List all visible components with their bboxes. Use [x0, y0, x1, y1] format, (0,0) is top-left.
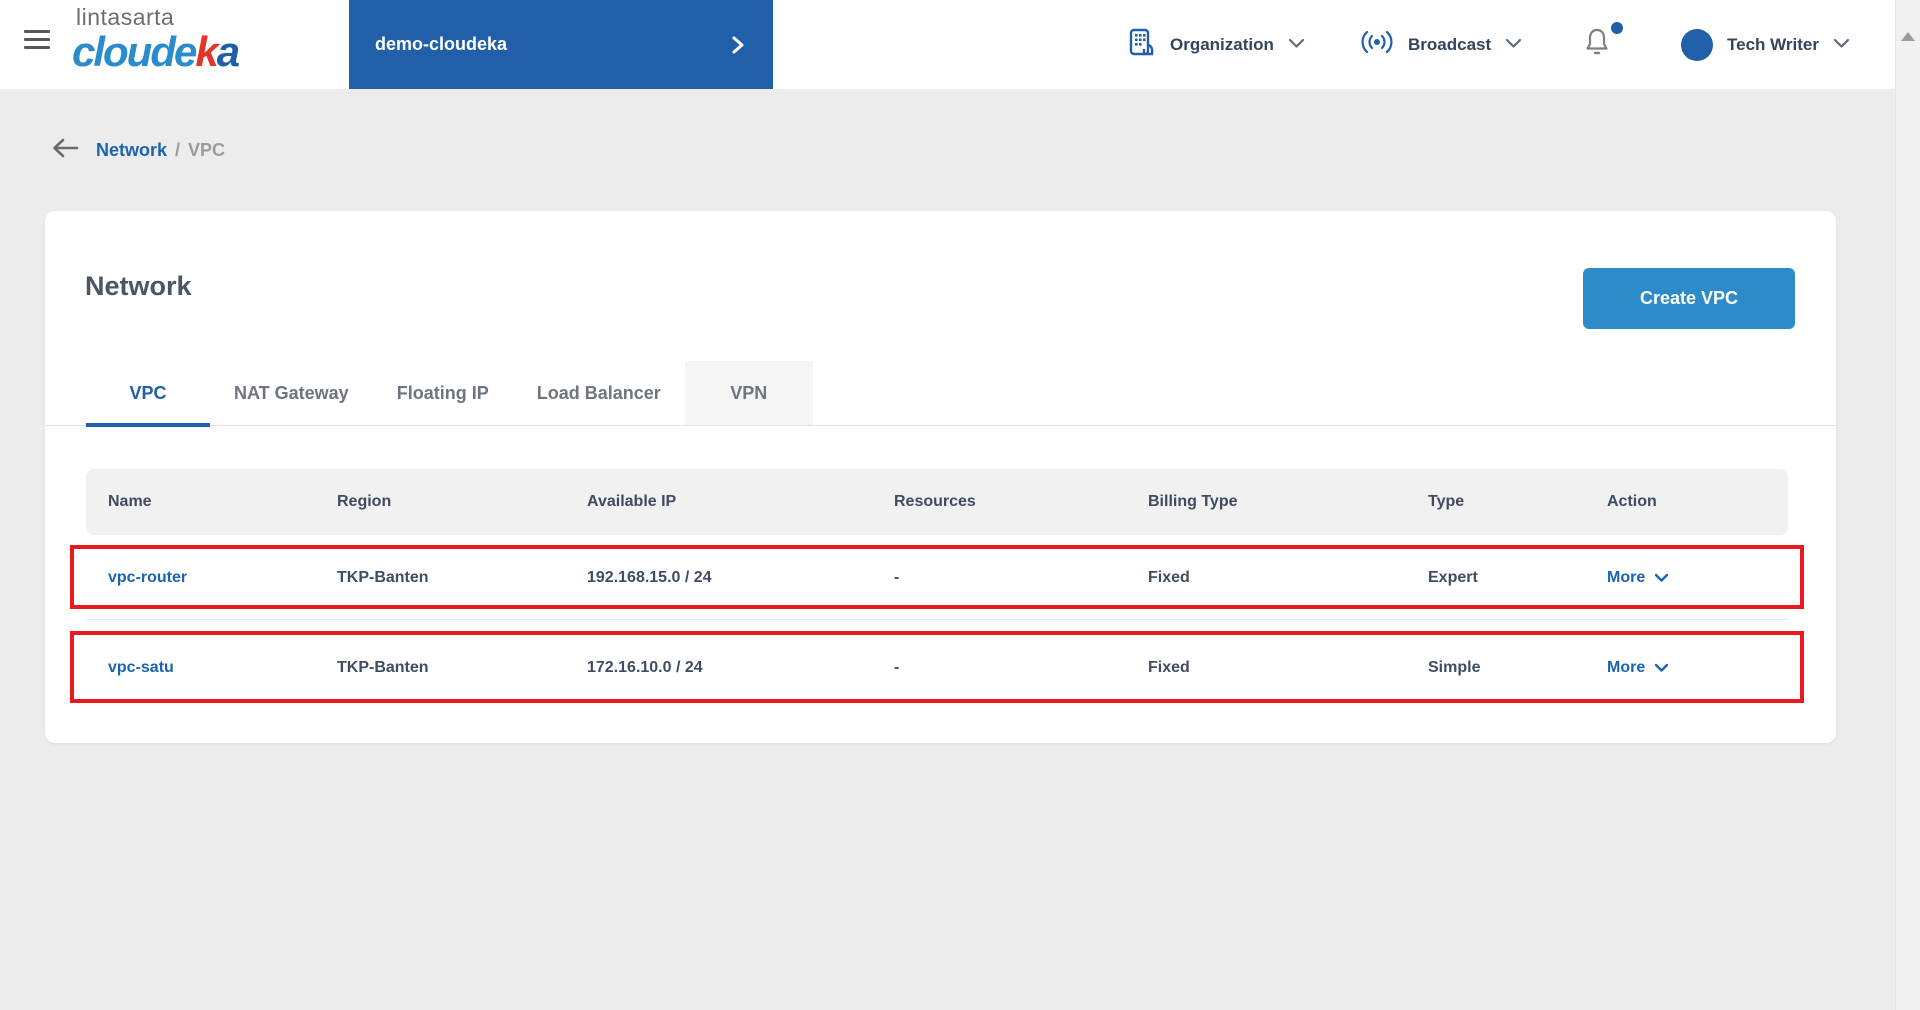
col-resources: Resources	[894, 493, 976, 510]
region-cell: TKP-Banten	[337, 568, 429, 586]
broadcast-menu[interactable]: Broadcast	[1360, 0, 1522, 89]
row-divider	[86, 619, 1788, 620]
region-cell: TKP-Banten	[337, 658, 429, 676]
breadcrumb-separator: /	[175, 140, 181, 160]
back-arrow-icon[interactable]	[50, 137, 80, 164]
col-billing-type: Billing Type	[1148, 493, 1238, 510]
organization-label: Organization	[1170, 34, 1274, 54]
billing-type-cell: Fixed	[1148, 658, 1190, 676]
col-type: Type	[1428, 493, 1465, 510]
hamburger-menu-icon[interactable]	[24, 30, 50, 52]
scroll-up-arrow-icon[interactable]	[1901, 32, 1915, 41]
breadcrumb: Network / VPC	[50, 137, 225, 164]
vpc-name-link[interactable]: vpc-router	[108, 569, 337, 587]
vertical-scrollbar[interactable]	[1895, 0, 1920, 1010]
network-tabs: VPC NAT Gateway Floating IP Load Balance…	[45, 361, 1836, 427]
tab-vpc[interactable]: VPC	[86, 361, 210, 427]
notification-dot	[1611, 22, 1623, 34]
chevron-right-icon	[731, 35, 745, 55]
chevron-down-icon	[1655, 663, 1669, 672]
create-vpc-button[interactable]: Create VPC	[1583, 268, 1795, 329]
col-region: Region	[337, 493, 392, 510]
table-header: Name Region Available IP Resources Billi…	[86, 469, 1788, 535]
col-available-ip: Available IP	[587, 493, 677, 510]
app-screen: lintasarta cloudeka demo-cloudeka Organi…	[0, 0, 1920, 1010]
chevron-down-icon	[1505, 36, 1522, 54]
table-row: vpc-satu TKP-Banten 172.16.10.0 / 24 - F…	[86, 632, 1788, 703]
tab-load-balancer[interactable]: Load Balancer	[513, 361, 685, 425]
breadcrumb-current: VPC	[188, 140, 226, 160]
col-name: Name	[108, 493, 152, 510]
logo-cloudeka-text: cloudeka	[72, 28, 240, 75]
table-row: vpc-router TKP-Banten 192.168.15.0 / 24 …	[86, 546, 1788, 609]
top-bar: lintasarta cloudeka demo-cloudeka Organi…	[0, 0, 1920, 89]
type-cell: Simple	[1428, 658, 1481, 676]
project-banner[interactable]: demo-cloudeka	[349, 0, 773, 89]
cloudeka-logo: lintasarta cloudeka	[72, 4, 240, 75]
broadcast-label: Broadcast	[1408, 34, 1492, 54]
network-card: Network Create VPC VPC NAT Gateway Float…	[45, 211, 1836, 743]
col-action: Action	[1607, 493, 1657, 510]
available-ip-cell: 192.168.15.0 / 24	[587, 568, 712, 586]
billing-type-cell: Fixed	[1148, 568, 1190, 586]
bell-icon	[1583, 26, 1611, 63]
more-label: More	[1607, 658, 1646, 676]
organization-building-icon	[1128, 27, 1156, 62]
broadcast-icon	[1360, 29, 1394, 60]
chevron-down-icon	[1655, 573, 1669, 582]
more-dropdown[interactable]: More	[1607, 569, 1788, 587]
breadcrumb-network-link[interactable]: Network	[96, 140, 167, 161]
more-label: More	[1607, 568, 1646, 586]
resources-cell: -	[894, 568, 900, 586]
more-dropdown[interactable]: More	[1607, 659, 1788, 677]
type-cell: Expert	[1428, 568, 1478, 586]
chevron-down-icon	[1288, 36, 1305, 54]
tab-vpn[interactable]: VPN	[684, 361, 813, 425]
tab-floating-ip[interactable]: Floating IP	[373, 361, 513, 425]
page-title: Network	[85, 271, 192, 301]
notifications-button[interactable]	[1583, 0, 1623, 89]
user-menu[interactable]: Tech Writer	[1681, 0, 1850, 89]
user-name: Tech Writer	[1727, 34, 1819, 54]
resources-cell: -	[894, 658, 900, 676]
project-banner-label: demo-cloudeka	[375, 34, 508, 54]
chevron-down-icon	[1833, 36, 1850, 54]
avatar	[1681, 28, 1713, 61]
vpc-name-link[interactable]: vpc-satu	[108, 659, 337, 677]
logo-lintasarta-text: lintasarta	[76, 4, 175, 30]
organization-menu[interactable]: Organization	[1128, 0, 1305, 89]
tab-nat-gateway[interactable]: NAT Gateway	[210, 361, 373, 425]
available-ip-cell: 172.16.10.0 / 24	[587, 658, 703, 676]
